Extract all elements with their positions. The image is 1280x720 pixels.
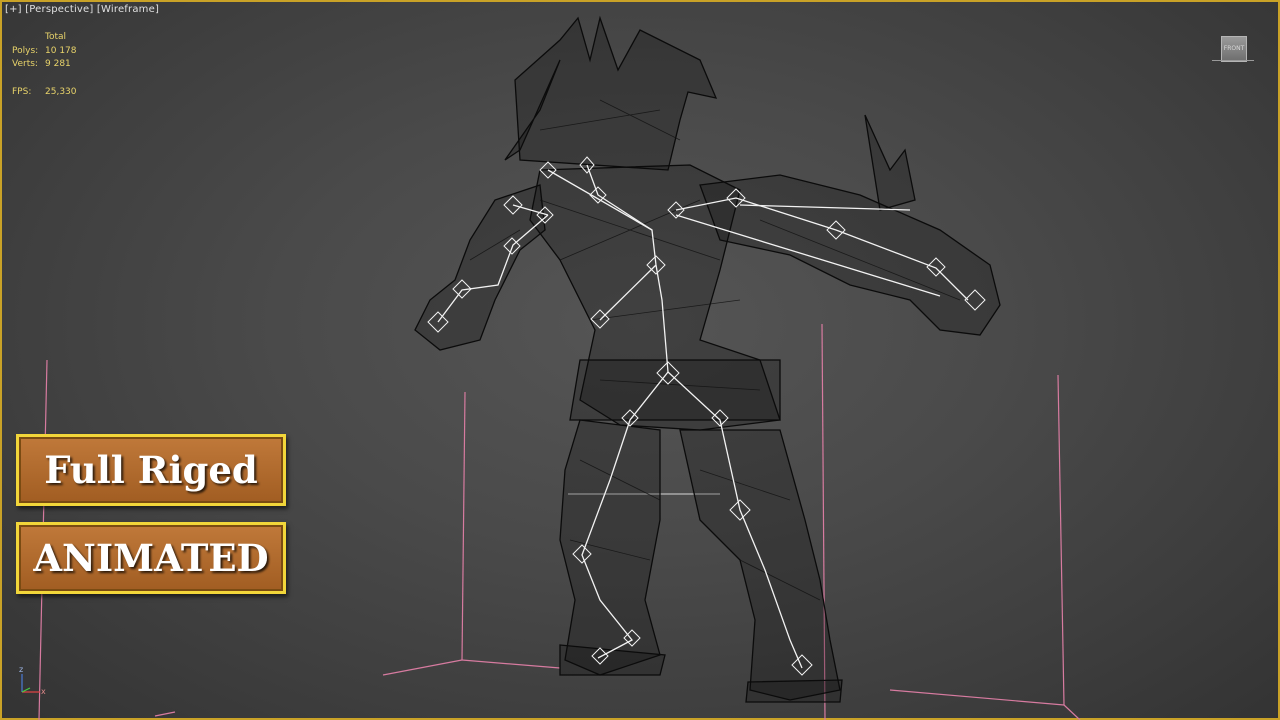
left-arm — [414, 184, 546, 351]
axis-x-label: x — [41, 687, 46, 696]
full-rigged-badge: Full Riged — [16, 434, 286, 506]
left-leg — [559, 419, 661, 676]
axis-z-label: z — [19, 665, 23, 674]
shoulder-spikes — [864, 114, 916, 211]
right-leg — [679, 429, 841, 701]
animated-text: ANIMATED — [33, 536, 269, 580]
axis-gizmo: z x — [19, 665, 46, 696]
animated-badge: ANIMATED — [16, 522, 286, 594]
character-wireframe-mesh[interactable] — [414, 15, 1001, 703]
right-arm — [699, 174, 1001, 336]
full-rigged-text: Full Riged — [44, 448, 258, 492]
wireframe-scene[interactable]: z x — [0, 0, 1280, 720]
right-foot — [745, 679, 843, 703]
